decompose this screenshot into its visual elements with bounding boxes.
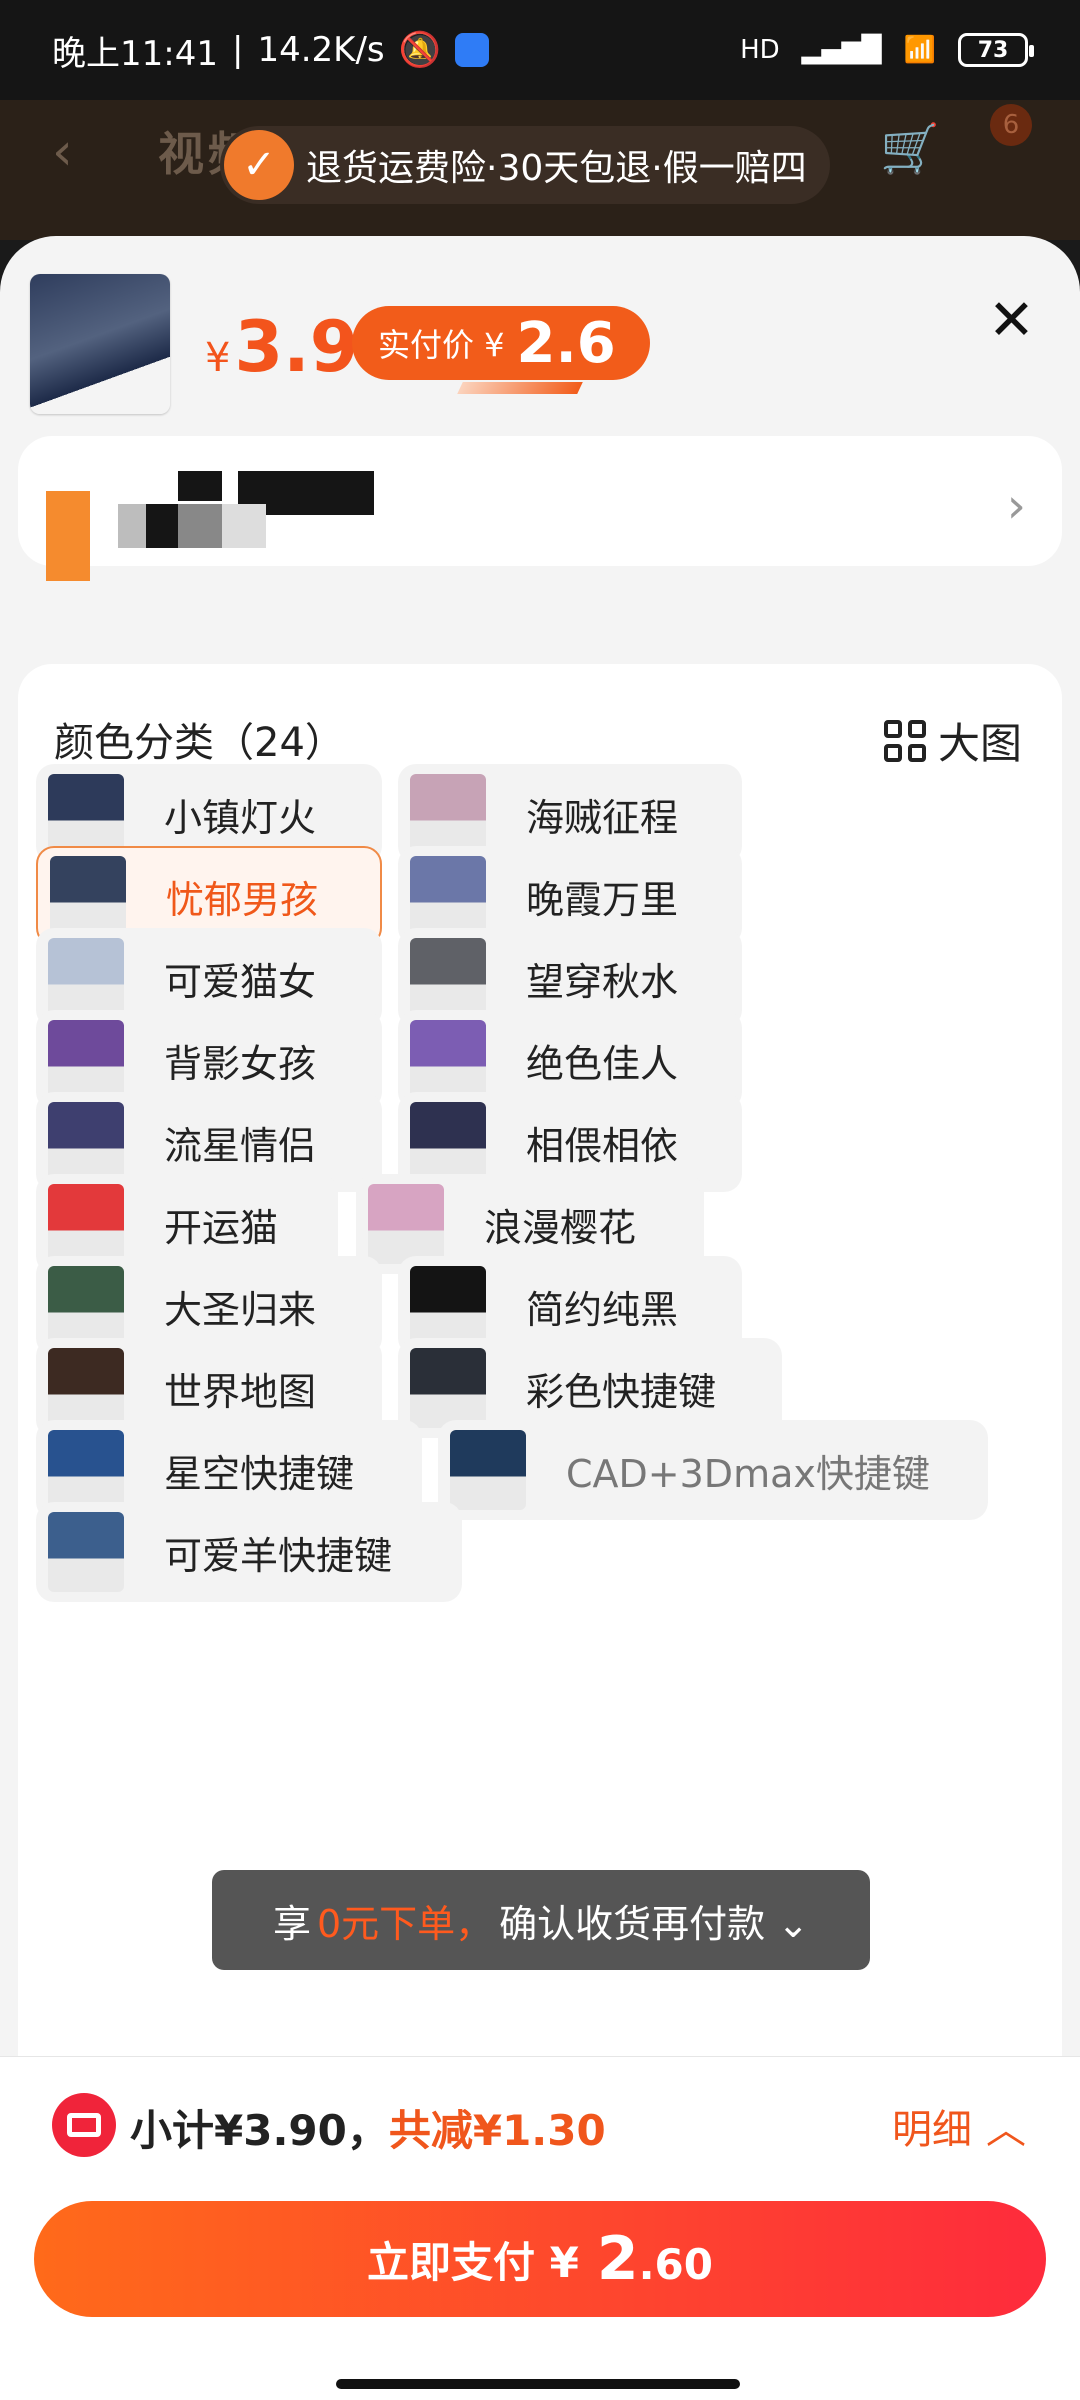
- variant-thumbnail: [368, 1184, 444, 1264]
- detail-button[interactable]: 明细 ︿: [892, 2097, 1026, 2155]
- variant-chip[interactable]: 可爱羊快捷键: [36, 1502, 462, 1602]
- variant-thumbnail: [410, 774, 486, 854]
- chevron-up-icon: ︿: [986, 2107, 1026, 2153]
- status-bar: 晚上11:41 | 14.2K/s 🔕 HD ▂▄▆█ 📶 73: [0, 0, 1080, 100]
- variant-thumbnail: [410, 938, 486, 1018]
- variant-thumbnail: [450, 1430, 526, 1510]
- big-view-label: 大图: [937, 719, 1022, 768]
- detail-label: 明细: [892, 2107, 972, 2153]
- variant-thumbnail: [48, 938, 124, 1018]
- pay-now-button[interactable]: 立即支付 ¥ 2.60: [34, 2201, 1046, 2317]
- network-speed: 14.2K/s: [257, 30, 385, 70]
- variant-thumbnail: [50, 856, 126, 936]
- variant-thumbnail: [48, 1184, 124, 1264]
- close-icon[interactable]: ✕: [988, 288, 1035, 353]
- battery-level: 73: [977, 37, 1009, 63]
- product-price: ¥3.9: [205, 306, 359, 388]
- variant-chip[interactable]: CAD+3Dmax快捷键: [438, 1420, 988, 1520]
- grid-icon: [883, 719, 926, 762]
- variant-thumbnail: [410, 1020, 486, 1100]
- variant-thumbnail: [410, 856, 486, 936]
- service-banner-text: 退货运费险·30天包退·假一赔四: [306, 148, 807, 189]
- back-icon: ‹: [52, 122, 73, 182]
- subtotal-label: 小计¥3.90，: [130, 2106, 389, 2155]
- address-card[interactable]: ›: [18, 436, 1062, 581]
- clock: 晚上11:41: [52, 33, 218, 74]
- variant-title: 颜色分类（24）: [54, 720, 345, 766]
- redacted-block: [178, 471, 222, 501]
- variant-thumbnail: [410, 1348, 486, 1428]
- pay-label: 立即支付 ¥: [366, 2237, 579, 2287]
- redacted-block: [178, 504, 222, 548]
- toast-suffix: 确认收货再付款 ⌄: [499, 1901, 810, 1946]
- price-badge-tail: [457, 382, 583, 394]
- variant-thumbnail: [48, 1512, 124, 1592]
- address-marker: [46, 491, 90, 581]
- checkout-bar: 小计¥3.90，共减¥1.30 明细 ︿ 立即支付 ¥ 2.60: [0, 2056, 1080, 2400]
- subtotal: 小计¥3.90，共减¥1.30: [130, 2097, 606, 2158]
- variant-thumbnail: [48, 1102, 124, 1182]
- variant-thumbnail: [48, 774, 124, 854]
- signal-icon: ▂▄▆█: [801, 35, 882, 65]
- variant-thumbnail: [48, 1348, 124, 1428]
- real-price-badge: 实付价 ¥ 2.6: [352, 306, 650, 380]
- cart-count-badge: 6: [990, 104, 1032, 146]
- variant-thumbnail: [48, 1020, 124, 1100]
- real-price-label: 实付价 ¥: [378, 326, 505, 364]
- real-price-value: 2.6: [516, 310, 616, 376]
- home-indicator[interactable]: [336, 2379, 740, 2389]
- app-notification-icon: [454, 33, 489, 67]
- chevron-right-icon: ›: [1006, 478, 1026, 534]
- variant-thumbnail: [410, 1266, 486, 1346]
- network-type: HD: [740, 35, 780, 65]
- redacted-block: [222, 504, 266, 548]
- battery-icon: 73: [958, 33, 1034, 67]
- toast-highlight: 0元下单，: [316, 1901, 494, 1946]
- mute-icon: 🔕: [398, 30, 441, 70]
- service-banner: ✓ 退货运费险·30天包退·假一赔四: [220, 126, 830, 204]
- product-thumbnail[interactable]: [30, 274, 170, 414]
- pay-amount-dec: .60: [638, 2240, 713, 2289]
- separator: |: [231, 30, 244, 70]
- discount-amount: 共减¥1.30: [388, 2106, 606, 2155]
- variant-thumbnail: [410, 1102, 486, 1182]
- big-view-button[interactable]: 大图: [883, 710, 1022, 771]
- wifi-icon: 📶: [903, 35, 936, 65]
- cart-icon: 🛒: [880, 121, 940, 177]
- toast-prefix: 享: [272, 1901, 311, 1946]
- pay-later-toast[interactable]: 享 0元下单， 确认收货再付款 ⌄: [212, 1870, 870, 1970]
- redacted-block: [328, 471, 374, 515]
- pay-amount-int: 2: [596, 2224, 639, 2294]
- variant-thumbnail: [48, 1266, 124, 1346]
- variant-thumbnail: [48, 1430, 124, 1510]
- shield-check-icon: ✓: [224, 130, 294, 200]
- coupon-icon: [52, 2093, 116, 2157]
